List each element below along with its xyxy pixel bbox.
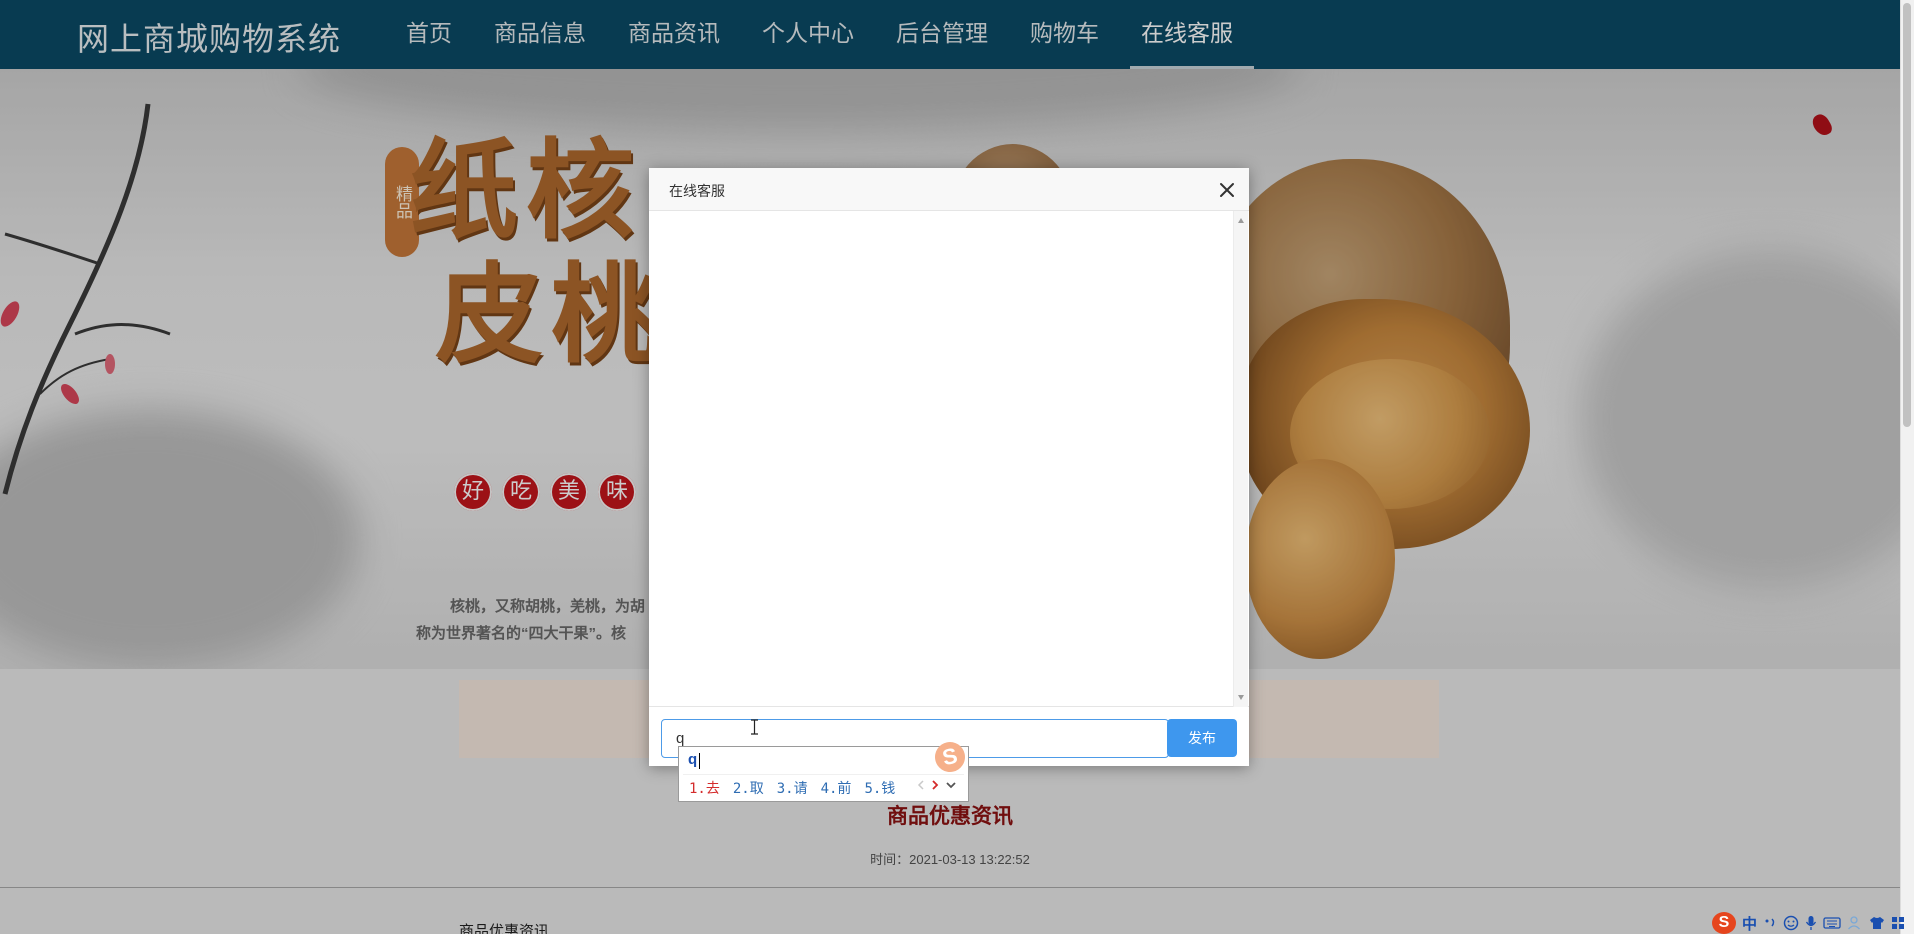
- ime-candidate[interactable]: 4.前: [821, 778, 852, 798]
- modal-title: 在线客服: [669, 183, 725, 199]
- ime-pinyin: q: [688, 751, 698, 768]
- ime-candidate[interactable]: 2.取: [733, 778, 764, 798]
- ime-divider: [683, 774, 964, 775]
- user-icon[interactable]: [1847, 915, 1863, 931]
- grid-icon[interactable]: [1891, 916, 1905, 930]
- chevron-left-icon[interactable]: [917, 779, 925, 791]
- page-scrollbar-thumb[interactable]: [1903, 3, 1911, 427]
- ime-candidate-list: 1.去 2.取 3.请 4.前 5.钱: [689, 778, 895, 798]
- emoji-icon[interactable]: [1783, 915, 1799, 931]
- ime-pager: [917, 779, 957, 791]
- chat-scrollbar[interactable]: [1233, 211, 1248, 707]
- online-service-modal: 在线客服 发布: [649, 168, 1249, 766]
- ime-candidate-popup: q S 1.去 2.取 3.请 4.前 5.钱: [678, 739, 969, 802]
- shirt-icon[interactable]: [1869, 915, 1885, 931]
- chat-messages-area: [649, 211, 1249, 707]
- ime-candidate[interactable]: 5.钱: [864, 778, 895, 798]
- ime-candidate[interactable]: 1.去: [689, 778, 720, 798]
- scroll-up-arrow-icon[interactable]: [1238, 218, 1244, 223]
- microphone-icon[interactable]: [1805, 915, 1817, 931]
- ime-caret: [699, 753, 700, 769]
- close-icon[interactable]: [1215, 178, 1239, 202]
- chevron-right-icon[interactable]: [931, 779, 939, 791]
- send-button[interactable]: 发布: [1167, 719, 1237, 757]
- text-cursor-icon: [751, 719, 758, 735]
- scroll-down-arrow-icon[interactable]: [1238, 695, 1244, 700]
- modal-header: 在线客服: [649, 168, 1249, 211]
- ime-candidate[interactable]: 3.请: [777, 778, 808, 798]
- chevron-down-icon[interactable]: [945, 780, 957, 790]
- sogou-tray-icon[interactable]: S: [1712, 912, 1736, 934]
- punctuation-icon[interactable]: [1763, 916, 1777, 930]
- language-indicator[interactable]: 中: [1742, 913, 1757, 934]
- ime-tray: S 中: [1710, 912, 1914, 934]
- keyboard-icon[interactable]: [1823, 916, 1841, 930]
